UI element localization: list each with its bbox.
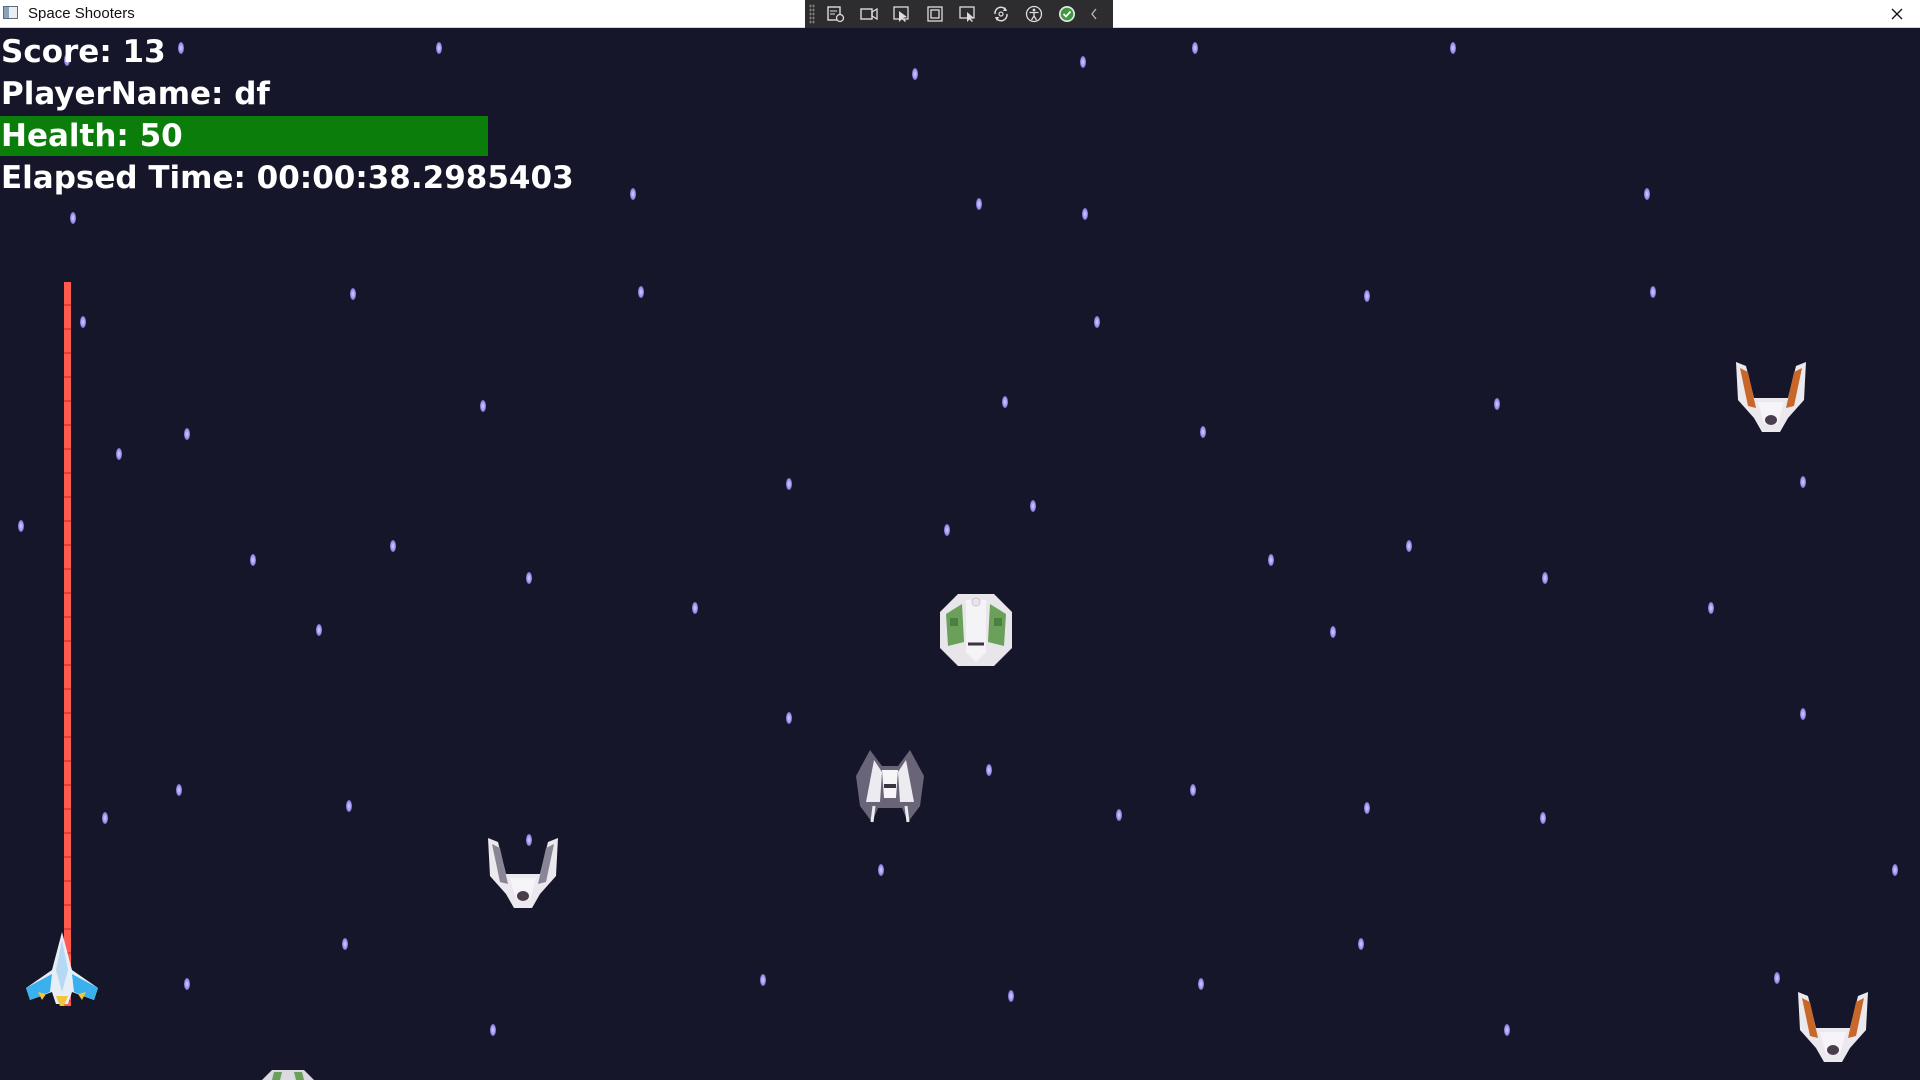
star [436, 42, 442, 54]
star [1030, 500, 1036, 512]
enemy-ship-green-icon [940, 594, 1012, 666]
star [1082, 208, 1088, 220]
enemy-ship-gray-icon [856, 750, 924, 823]
star [80, 316, 86, 328]
star [250, 554, 256, 566]
star [1198, 978, 1204, 990]
track-focus-icon[interactable] [955, 2, 981, 26]
star [638, 286, 644, 298]
star [1892, 864, 1898, 876]
elapsed-time-label: Elapsed Time: 00:00:38.2985403 [1, 160, 574, 196]
health-label: Health: 50 [1, 118, 183, 154]
star [786, 712, 792, 724]
star [1080, 56, 1086, 68]
star [1002, 396, 1008, 408]
star [1364, 802, 1370, 814]
star [1190, 784, 1196, 796]
select-element-icon[interactable] [889, 2, 915, 26]
app-icon [3, 6, 18, 19]
record-icon[interactable] [856, 2, 882, 26]
close-button[interactable] [1874, 0, 1920, 27]
game-canvas[interactable]: Score: 13 PlayerName: df Health: 50 Elap… [0, 28, 1920, 1080]
star [184, 428, 190, 440]
star [1330, 626, 1336, 638]
star [316, 624, 322, 636]
star [1364, 290, 1370, 302]
xaml-debug-toolbar [805, 0, 1113, 28]
title-bar: Space Shooters [0, 0, 1920, 28]
star [1542, 572, 1548, 584]
player-ship-icon [26, 932, 98, 1006]
star [342, 938, 348, 950]
star [692, 602, 698, 614]
star [986, 764, 992, 776]
star [1800, 708, 1806, 720]
star [1406, 540, 1412, 552]
enemy-ship-white-icon [488, 838, 558, 908]
star [1504, 1024, 1510, 1036]
enemy-ship-orange-icon [1736, 362, 1806, 432]
health-bar: Health: 50 [0, 116, 488, 156]
star [18, 520, 24, 532]
star [912, 68, 918, 80]
star [346, 800, 352, 812]
star [1192, 42, 1198, 54]
accessibility-icon[interactable] [1021, 2, 1047, 26]
star [760, 974, 766, 986]
star [630, 188, 636, 200]
star [116, 448, 122, 460]
star [176, 784, 182, 796]
star [390, 540, 396, 552]
star [944, 524, 950, 536]
game-window: Space Shooters Score: 13 PlayerName: df … [0, 0, 1920, 1080]
star [480, 400, 486, 412]
star [350, 288, 356, 300]
enemy-ship-orange-icon [1798, 992, 1868, 1062]
close-icon [1891, 8, 1903, 19]
star [786, 478, 792, 490]
star [878, 864, 884, 876]
star [1540, 812, 1546, 824]
toolbar-grip[interactable] [809, 4, 815, 24]
star [70, 212, 76, 224]
star [526, 572, 532, 584]
star [1268, 554, 1274, 566]
star [1644, 188, 1650, 200]
hot-reload-icon[interactable] [988, 2, 1014, 26]
collapse-chevron-icon[interactable] [1087, 2, 1101, 26]
star [1494, 398, 1500, 410]
player-name-label: PlayerName: df [1, 76, 270, 112]
star [1800, 476, 1806, 488]
star [1450, 42, 1456, 54]
enemy-ship-green-icon [262, 1070, 314, 1080]
star [1708, 602, 1714, 614]
star [1094, 316, 1100, 328]
star [102, 812, 108, 824]
score-label: Score: 13 [1, 34, 166, 70]
window-title: Space Shooters [28, 5, 135, 22]
display-layout-adorners-icon[interactable] [922, 2, 948, 26]
star [976, 198, 982, 210]
star [178, 42, 184, 54]
star [1200, 426, 1206, 438]
star [1116, 809, 1122, 821]
star [184, 978, 190, 990]
binding-check-icon[interactable] [1054, 2, 1080, 26]
star [1774, 972, 1780, 984]
star [1008, 990, 1014, 1002]
star [1358, 938, 1364, 950]
star [1650, 286, 1656, 298]
live-visual-tree-icon[interactable] [823, 2, 849, 26]
star [490, 1024, 496, 1036]
player-laser-beam [64, 282, 71, 1006]
